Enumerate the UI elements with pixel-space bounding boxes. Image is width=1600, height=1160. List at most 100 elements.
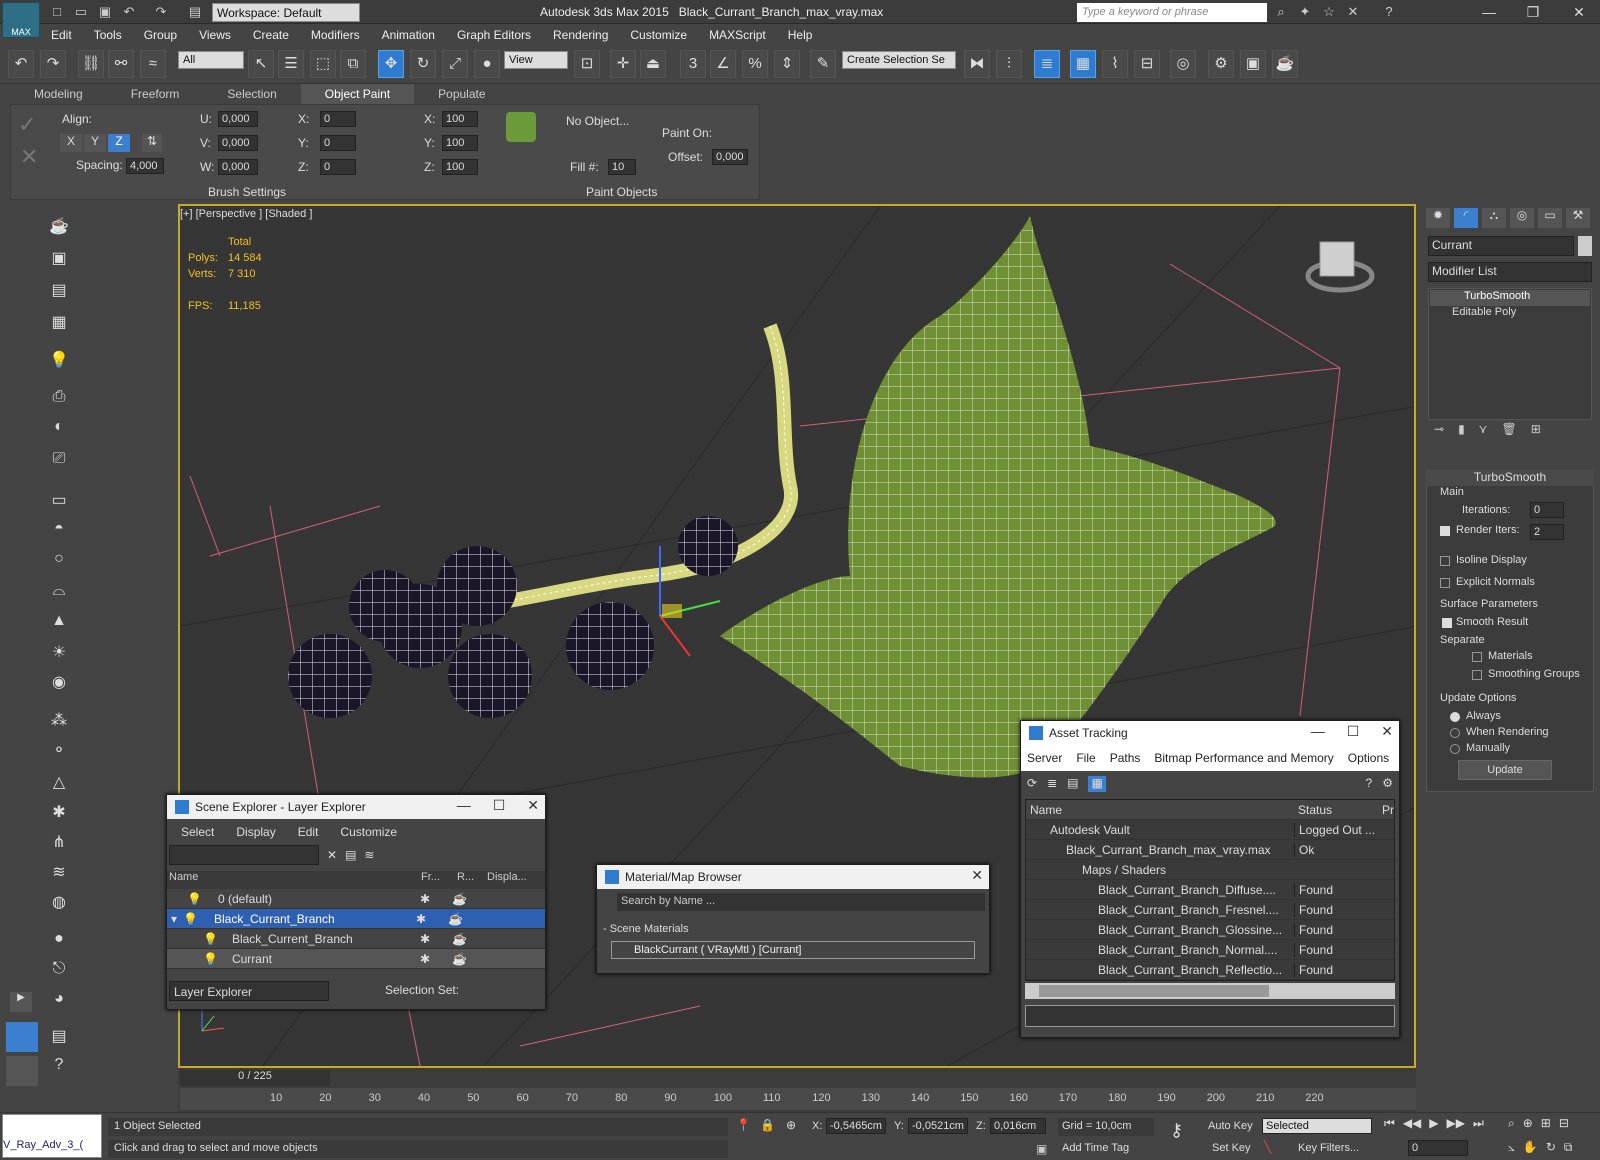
freeze-icon[interactable]: ✱ <box>420 932 430 946</box>
menu-edit[interactable]: Edit <box>40 24 83 46</box>
video-camera-icon[interactable]: ⎚ <box>46 450 72 474</box>
remove-modifier-icon[interactable]: 🗑 <box>1501 422 1516 444</box>
zoom-extents-icon[interactable]: ⊞ <box>1541 1116 1551 1131</box>
close-icon[interactable]: ✕ <box>527 797 539 814</box>
table-view-icon[interactable]: ▦ <box>1088 776 1106 792</box>
ribbon-tab-selection[interactable]: Selection <box>203 84 300 104</box>
col-render[interactable]: R... <box>457 871 487 889</box>
make-unique-icon[interactable]: ⋎ <box>1479 422 1488 444</box>
camera-icon[interactable]: ⎙ <box>46 388 72 412</box>
disc-icon[interactable]: ◉ <box>46 672 72 696</box>
render-teapot-icon[interactable]: ⎋ <box>46 960 72 984</box>
col-name[interactable]: Name <box>167 871 421 889</box>
keyword-search-input[interactable]: Type a keyword or phrase <box>1077 3 1267 22</box>
shell-icon[interactable]: ◍ <box>46 892 72 916</box>
selection-filter-dropdown[interactable]: All <box>178 51 244 69</box>
col-name[interactable]: Name <box>1026 803 1294 817</box>
zoom-extents-all-icon[interactable]: ⊟ <box>1559 1116 1569 1131</box>
u-spinner[interactable]: 0,000 <box>218 111 258 127</box>
menu-group[interactable]: Group <box>133 24 188 46</box>
layer-row-selected[interactable]: ▾ 💡 Black_Currant_Branch ✱ ☕ <box>167 909 545 929</box>
prev-frame-icon[interactable]: ◀◀ <box>1403 1116 1421 1131</box>
undo-icon[interactable]: ↶ <box>120 4 138 20</box>
angle-snap-icon[interactable]: ∠ <box>710 50 736 78</box>
key-icon[interactable]: ⚷ <box>1170 1120 1183 1141</box>
unlink-icon[interactable]: ⚯ <box>108 50 134 78</box>
menu-customize[interactable]: Customize <box>619 24 698 46</box>
close-window-icon[interactable]: ✕ <box>1568 4 1590 21</box>
fill-spinner[interactable]: 10 <box>608 159 636 175</box>
asset-menu-paths[interactable]: Paths <box>1110 751 1141 765</box>
z-coord-field[interactable]: 0,016cm <box>990 1118 1046 1134</box>
current-frame-field[interactable]: 0 <box>1408 1140 1468 1156</box>
axis-z-button[interactable]: Z <box>108 134 130 152</box>
x-coord-field[interactable]: -0,5465cm <box>826 1118 886 1134</box>
auto-key-button[interactable]: Auto Key <box>1208 1120 1253 1132</box>
asset-menu-bitmap-performance-and-memory[interactable]: Bitmap Performance and Memory <box>1154 751 1333 765</box>
manually-radio[interactable] <box>1450 744 1460 754</box>
offset-z-spinner[interactable]: 0 <box>320 159 356 175</box>
pivot-icon[interactable]: ⊡ <box>574 50 600 78</box>
scene-explorer-menu-display[interactable]: Display <box>236 825 275 839</box>
curve-editor-icon[interactable]: ⌇ <box>1102 50 1128 78</box>
maximize-icon[interactable]: ❐ <box>1522 4 1544 21</box>
grass-icon[interactable]: ⋔ <box>46 832 72 856</box>
layers-icon[interactable]: ≋ <box>364 848 374 862</box>
ribbon-tab-freeform[interactable]: Freeform <box>107 84 204 104</box>
paint-offset-spinner[interactable]: 0,000 <box>712 149 748 165</box>
app-logo-button[interactable]: MAX <box>2 2 40 38</box>
render-teapot-icon[interactable]: ☕ <box>430 952 467 966</box>
scene-explorer-titlebar[interactable]: Scene Explorer - Layer Explorer — ☐ ✕ <box>167 795 545 819</box>
expand-arrow-icon[interactable]: ▶ <box>10 992 32 1012</box>
table-icon[interactable]: ▦ <box>46 312 72 336</box>
paint-objects-label[interactable]: Paint Objects <box>586 185 657 199</box>
minimize-icon[interactable]: — <box>1311 723 1325 740</box>
object-name-field[interactable]: Currant <box>1428 236 1574 256</box>
clipboard-icon[interactable]: ▤ <box>46 1026 72 1050</box>
menu-create[interactable]: Create <box>242 24 300 46</box>
explicit-normals-checkbox[interactable] <box>1440 578 1450 588</box>
modify-tab-icon[interactable]: ◜ <box>1454 208 1478 228</box>
layer-row[interactable]: 💡 0 (default) ✱ ☕ <box>167 889 545 909</box>
update-button[interactable]: Update <box>1458 760 1552 780</box>
render-iters-checkbox[interactable] <box>1440 526 1450 536</box>
material-editor-icon[interactable]: ◎ <box>1170 50 1196 78</box>
rollout-title[interactable]: TurboSmooth <box>1426 470 1594 486</box>
paint-brush-icon[interactable] <box>506 112 536 142</box>
menu-modifiers[interactable]: Modifiers <box>300 24 371 46</box>
layer-explorer-icon[interactable]: ≣ <box>1034 50 1060 78</box>
viewport-label[interactable]: [+] [Perspective ] [Shaded ] <box>180 208 312 220</box>
hair-icon[interactable]: ≋ <box>46 862 72 886</box>
refresh-icon[interactable]: ⟳ <box>1027 776 1037 792</box>
set-key-icon[interactable]: ╲ <box>1264 1140 1271 1154</box>
track-bar[interactable] <box>180 1088 1416 1110</box>
scale-x-spinner[interactable]: 100 <box>442 111 478 127</box>
asset-row[interactable]: Black_Currant_Branch_Normal.... Found <box>1026 940 1394 960</box>
select-by-name-icon[interactable]: ☰ <box>278 50 304 78</box>
object-row[interactable]: 💡 Currant ✱ ☕ <box>167 949 545 969</box>
rotate-icon[interactable]: ↻ <box>410 50 436 78</box>
asset-menu-options[interactable]: Options <box>1348 751 1389 765</box>
time-slider[interactable]: 0 / 225 <box>180 1070 330 1086</box>
menu-views[interactable]: Views <box>188 24 242 46</box>
help-icon[interactable]: ? <box>1380 4 1398 20</box>
basket-icon[interactable]: ⌓ <box>46 582 72 606</box>
edit-named-selection-icon[interactable]: ✎ <box>810 50 836 78</box>
open-file-icon[interactable]: ▭ <box>72 4 90 20</box>
plane-icon[interactable]: ▭ <box>46 490 72 514</box>
v-spinner[interactable]: 0,000 <box>218 135 258 151</box>
render-icon[interactable]: ☕ <box>1272 50 1298 78</box>
move-icon[interactable]: ✥ <box>378 50 404 78</box>
select-object-icon[interactable]: ↖ <box>248 50 274 78</box>
notepad-icon[interactable]: ▤ <box>46 280 72 304</box>
named-selection-set-dropdown[interactable]: Create Selection Se <box>842 51 956 69</box>
col-status[interactable]: Status <box>1294 803 1382 817</box>
help-icon[interactable]: ? <box>1366 776 1373 792</box>
image-icon[interactable]: ▣ <box>46 248 72 272</box>
close-x-icon[interactable]: ✕ <box>1344 4 1362 20</box>
utilities-tab-icon[interactable]: ⚒ <box>1566 208 1590 228</box>
modifier-list-dropdown[interactable]: Modifier List <box>1428 262 1592 282</box>
lock-icon[interactable]: 🔒 <box>760 1118 775 1132</box>
window-crossing-icon[interactable]: ⧉ <box>340 50 366 78</box>
scale-z-spinner[interactable]: 100 <box>442 159 478 175</box>
